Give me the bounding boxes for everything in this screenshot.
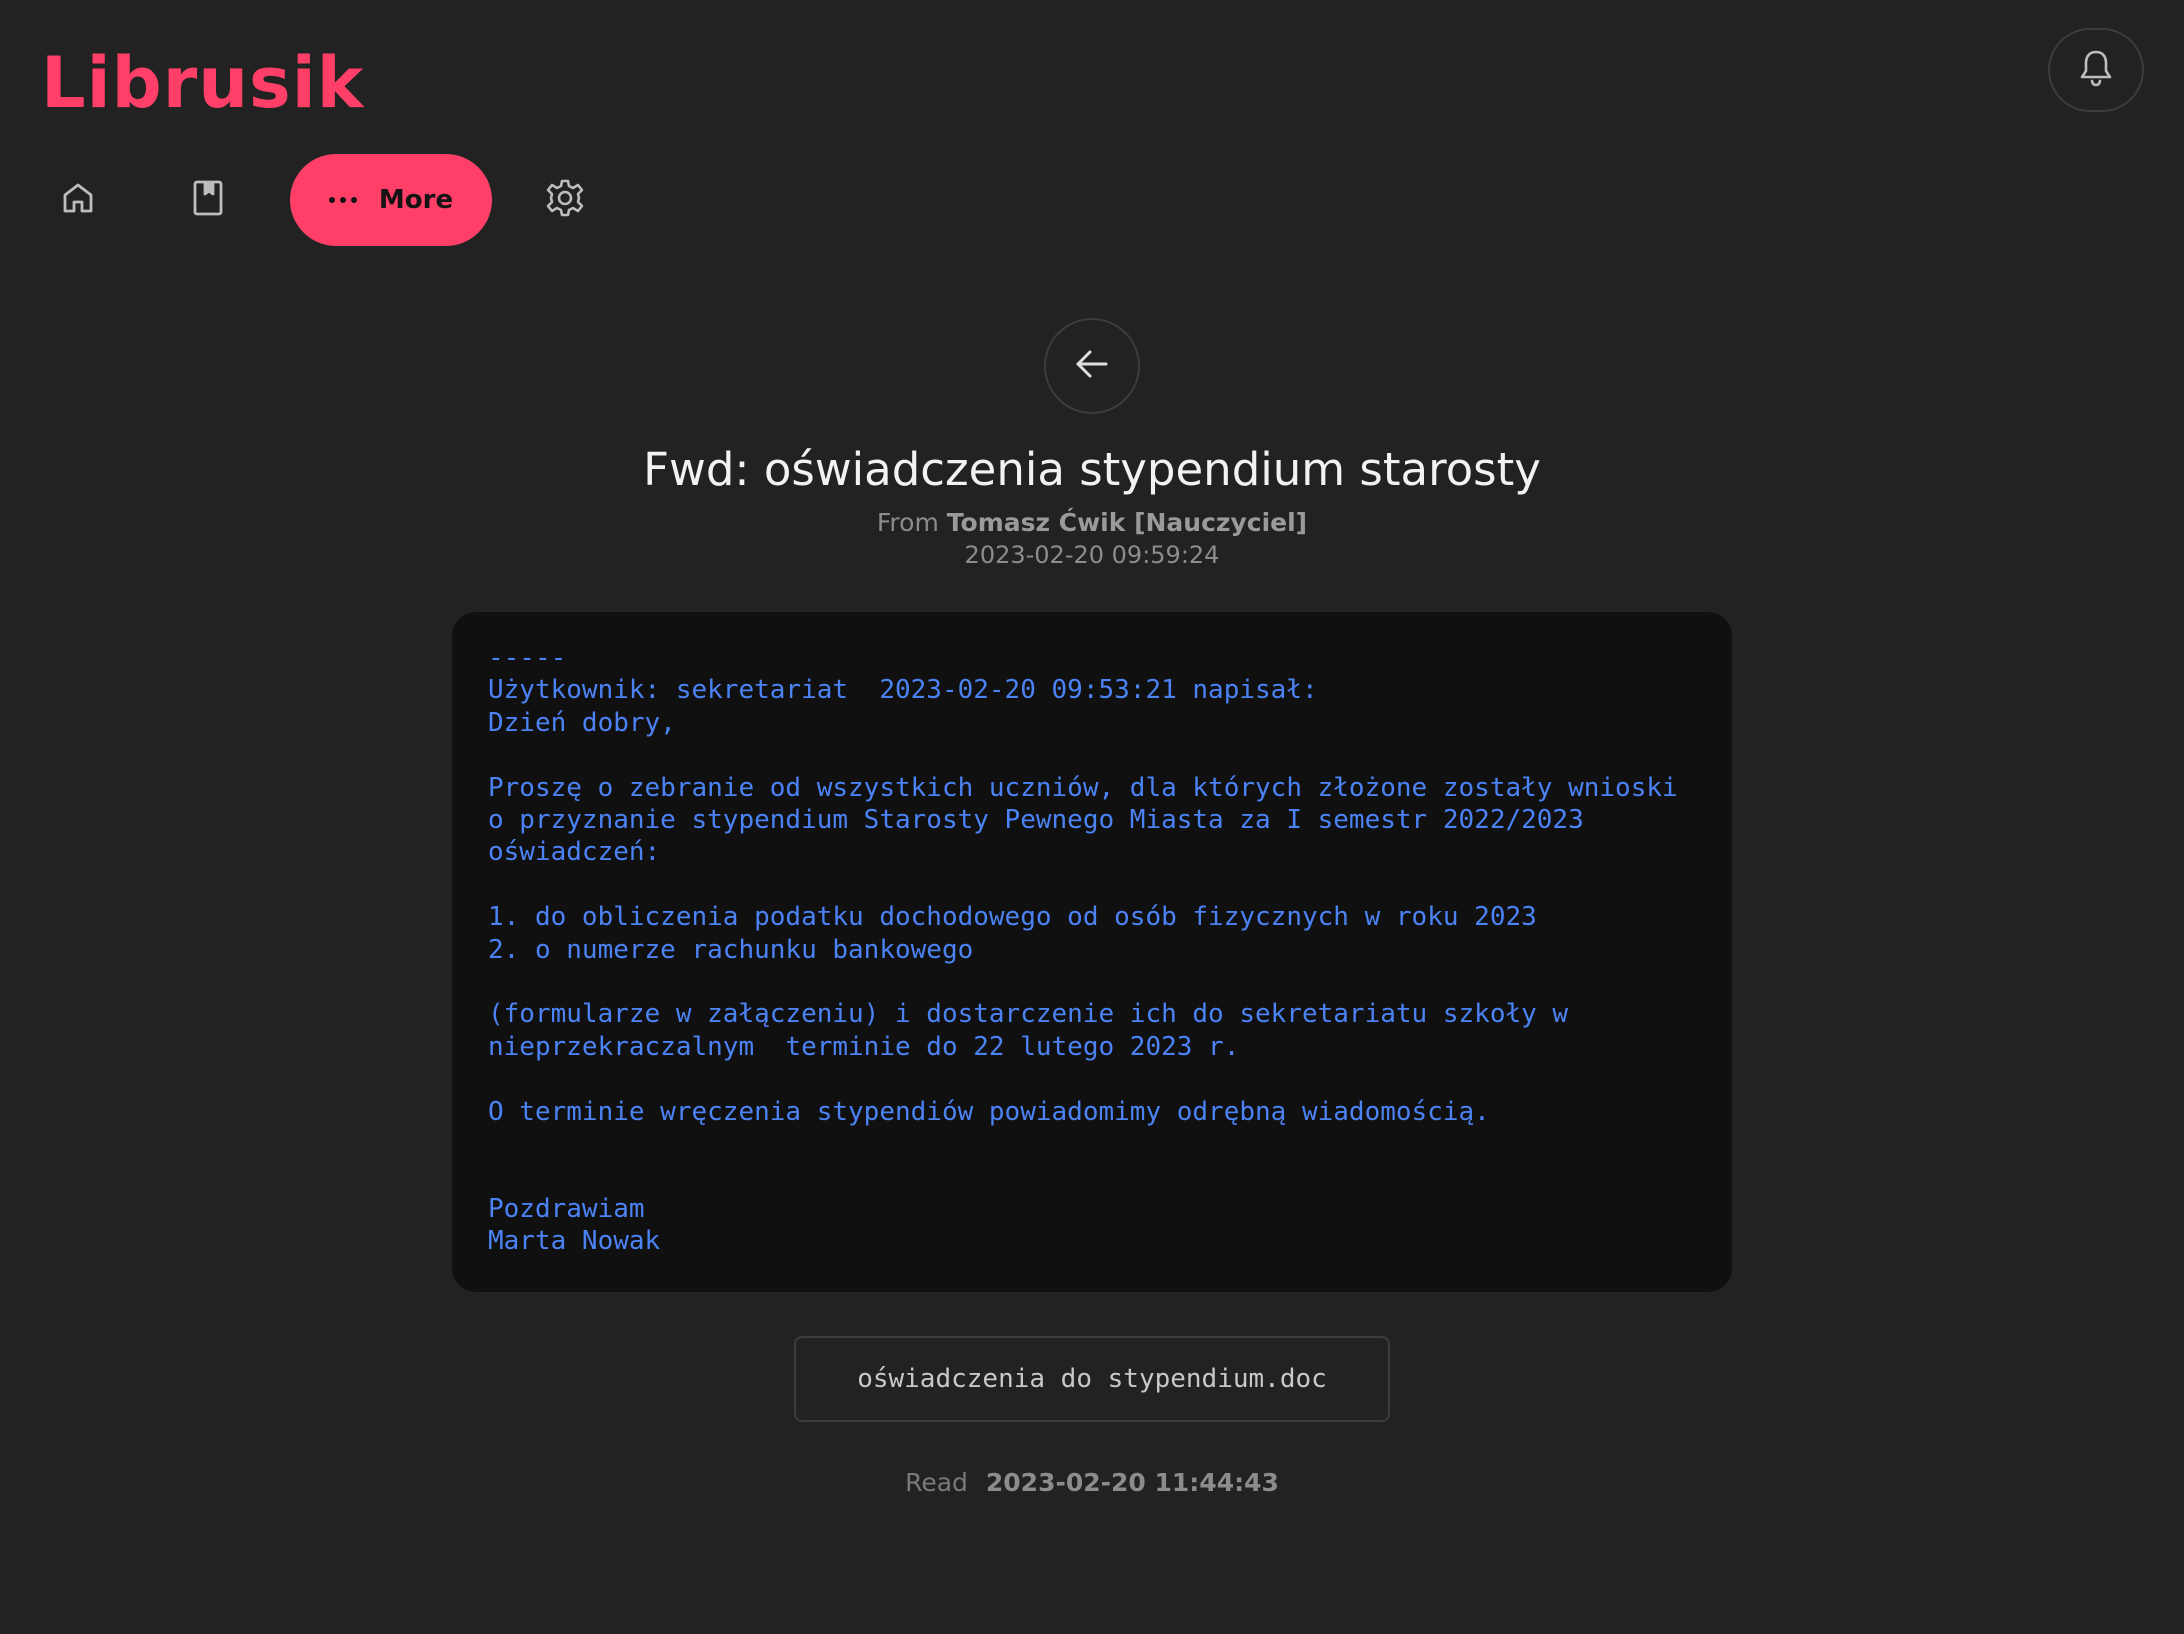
nav-settings-button[interactable]: [535, 170, 595, 230]
message-sender-line: From Tomasz Ćwik [Nauczyciel]: [0, 506, 2184, 540]
nav-home-button[interactable]: [48, 170, 108, 230]
read-label: Read: [905, 1468, 968, 1497]
notifications-button[interactable]: [2048, 28, 2144, 112]
nav-grades-button[interactable]: [178, 170, 238, 230]
bell-icon: [2079, 49, 2113, 91]
nav-more-button[interactable]: More: [290, 154, 492, 246]
sender-name: Tomasz Ćwik [Nauczyciel]: [946, 508, 1308, 537]
page: Librusik More Fwd: oświadczenia stypendi…: [0, 0, 2184, 1634]
attachment-button[interactable]: oświadczenia do stypendium.doc: [794, 1336, 1390, 1422]
read-status: Read 2023-02-20 11:44:43: [0, 1466, 2184, 1500]
from-label: From: [876, 508, 939, 537]
more-dots-icon: [328, 197, 357, 203]
book-icon: [191, 179, 225, 221]
more-label: More: [378, 185, 454, 215]
message-body-text: ----- Użytkownik: sekretariat 2023-02-20…: [488, 643, 1678, 1257]
message-title: Fwd: oświadczenia stypendium starosty: [643, 443, 1541, 496]
message-body: ----- Użytkownik: sekretariat 2023-02-20…: [452, 612, 1732, 1292]
read-time: 2023-02-20 11:44:43: [985, 1468, 1279, 1497]
gear-icon: [545, 178, 585, 222]
app-logo[interactable]: Librusik: [41, 38, 364, 128]
arrow-left-icon: [1074, 348, 1110, 384]
back-button[interactable]: [1044, 318, 1140, 414]
home-icon: [60, 180, 96, 220]
message-date: 2023-02-20 09:59:24: [964, 541, 1220, 569]
